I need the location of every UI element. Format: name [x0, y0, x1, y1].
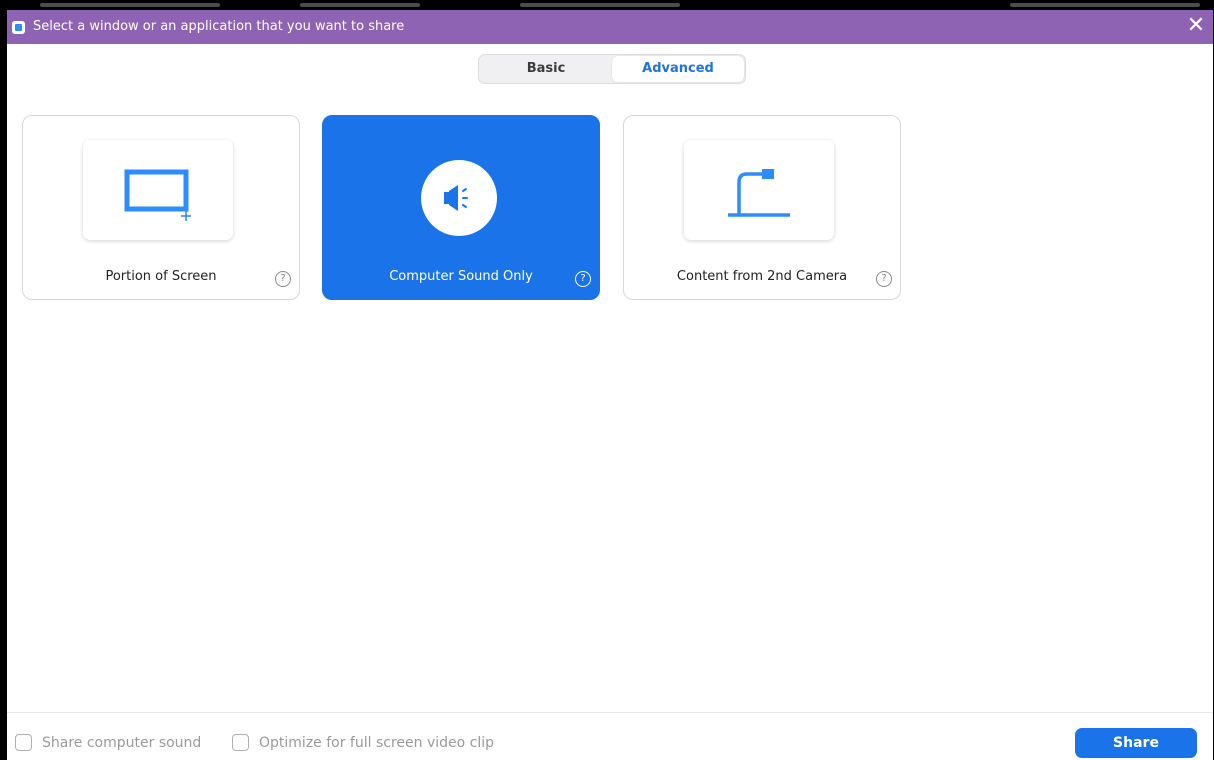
share-mode-tabs: Basic Advanced	[478, 54, 746, 84]
share-button[interactable]: Share	[1075, 728, 1197, 758]
option-computer-sound-only[interactable]: Computer Sound Only ?	[322, 115, 600, 300]
background-blur	[520, 3, 680, 7]
share-computer-sound-checkbox[interactable]	[15, 734, 32, 751]
screen-portion-icon	[124, 169, 191, 221]
optimize-video-checkbox[interactable]	[232, 734, 249, 751]
card-label: Portion of Screen	[105, 269, 217, 284]
share-computer-sound-label: Share computer sound	[42, 735, 202, 751]
card-label: Content from 2nd Camera	[676, 269, 848, 284]
help-icon[interactable]: ?	[275, 271, 291, 287]
tab-advanced[interactable]: Advanced	[612, 56, 744, 82]
close-button[interactable]: ✕	[1185, 15, 1207, 37]
background-blur	[300, 3, 420, 7]
share-dialog: Select a window or an application that y…	[6, 10, 1214, 760]
close-icon: ✕	[1186, 13, 1206, 38]
tab-basic[interactable]: Basic	[480, 56, 612, 82]
speaker-icon	[444, 185, 468, 211]
option-icon-tile	[684, 140, 834, 240]
document-camera-icon	[728, 169, 790, 217]
window-title: Select a window or an application that y…	[33, 19, 405, 34]
background-blur	[40, 3, 220, 7]
option-content-from-2nd-camera[interactable]: Content from 2nd Camera ?	[623, 115, 901, 300]
help-icon[interactable]: ?	[876, 271, 892, 287]
card-label: Computer Sound Only	[389, 269, 533, 284]
title-bar[interactable]: Select a window or an application that y…	[7, 10, 1213, 44]
background-blur	[1010, 3, 1200, 7]
option-portion-of-screen[interactable]: Portion of Screen ?	[22, 115, 300, 300]
speaker-icon-circle	[421, 160, 497, 236]
optimize-video-label: Optimize for full screen video clip	[259, 735, 494, 751]
zoom-app-icon	[12, 21, 25, 34]
help-icon[interactable]: ?	[575, 271, 591, 287]
background-strip	[0, 0, 1214, 10]
option-icon-tile	[83, 140, 233, 240]
footer-divider	[7, 712, 1213, 713]
